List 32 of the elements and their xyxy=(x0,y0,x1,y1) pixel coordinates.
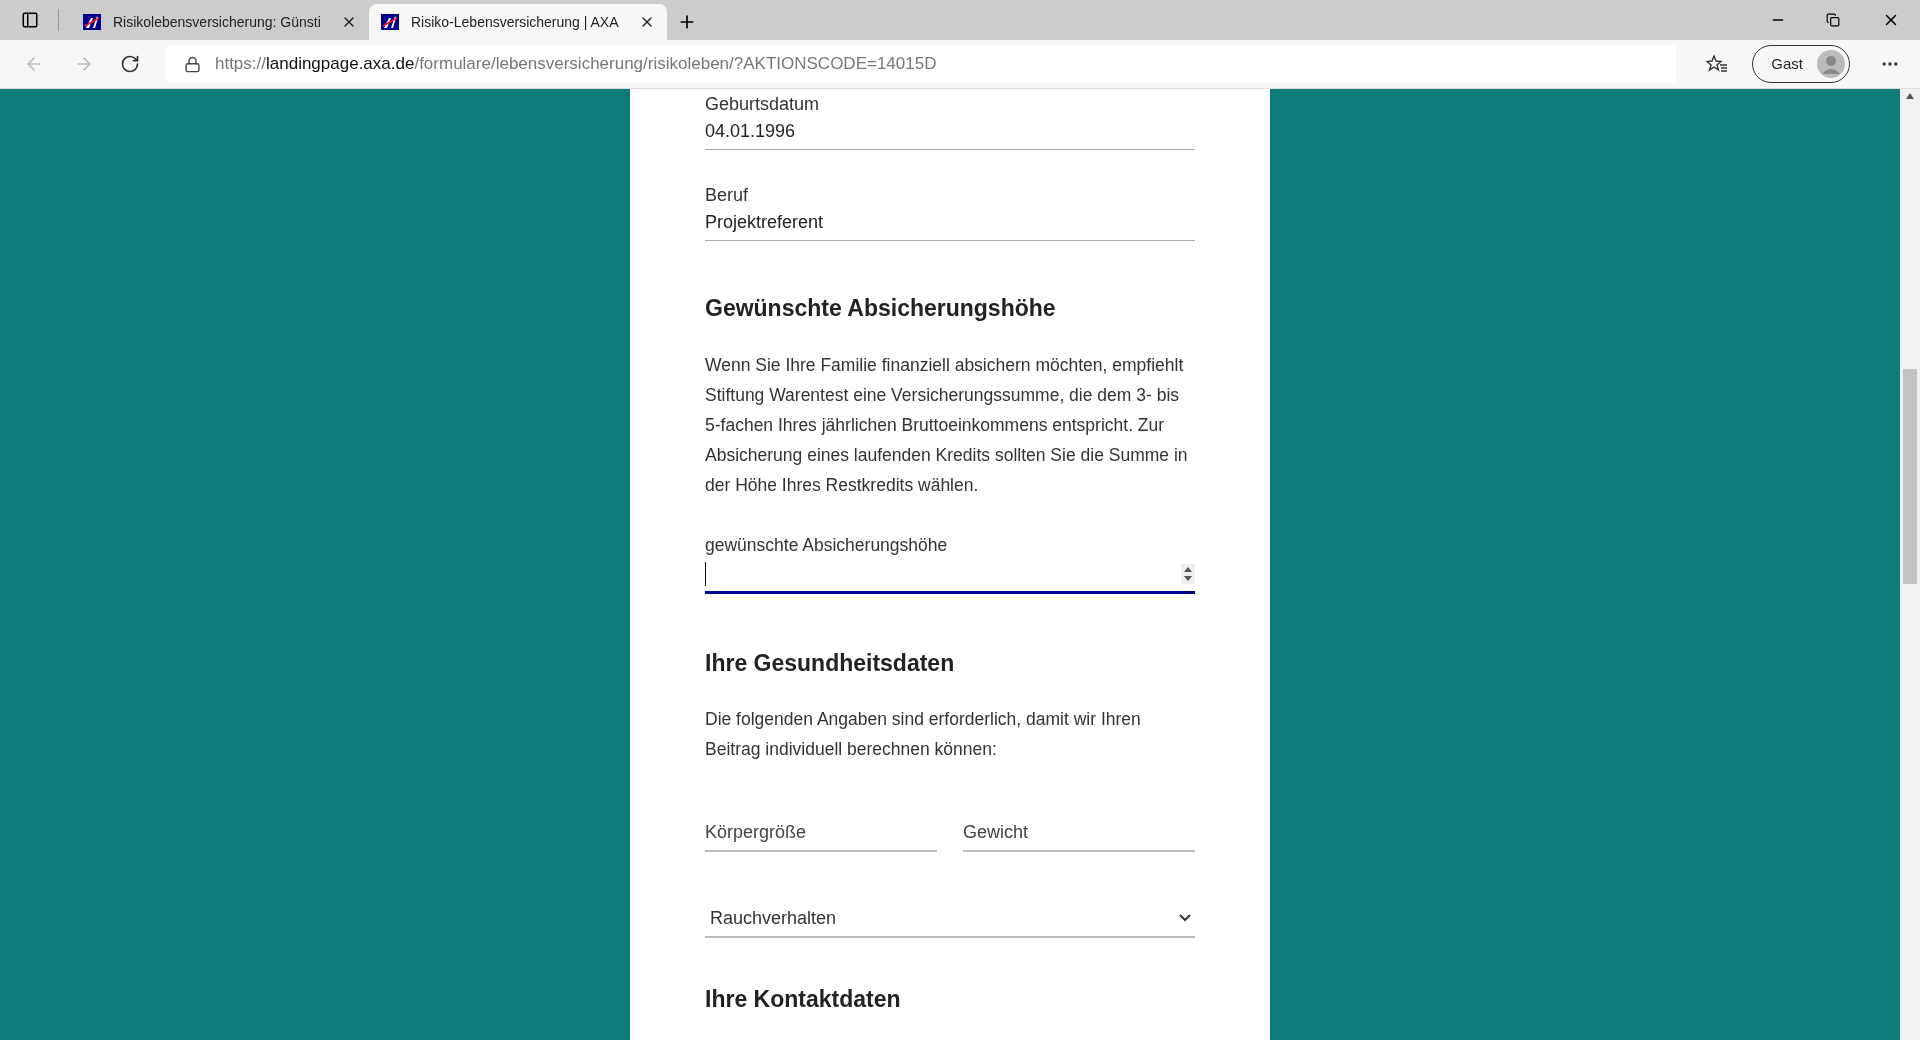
section-heading: Ihre Kontaktdaten xyxy=(705,985,902,1015)
field-label: Geburtsdatum xyxy=(705,93,821,116)
field-value: 04.01.1996 xyxy=(705,120,797,143)
scrollbar-thumb[interactable] xyxy=(1903,369,1917,584)
text-input-field[interactable]: Körpergröße xyxy=(705,814,937,853)
reload-icon[interactable] xyxy=(119,54,140,74)
section-text: Wenn Sie Ihre Familie finanziell absichern möchten, empfiehlt Stiftung Warentest eine Versicherungssumme, die dem 3- bis 5-fachen Ihres jährlichen Bruttoeinkommens entspricht. Zur Absicherung eines laufenden Kredits sollten Sie die Summe in der Höhe Ihres Restkredits wählen. xyxy=(705,353,1189,497)
spinner-icon[interactable] xyxy=(1181,564,1195,585)
section-heading: Gewünschte Absicherungshöhe xyxy=(705,294,1057,323)
sidebar-panel-icon[interactable] xyxy=(21,11,39,29)
lock-icon xyxy=(183,55,201,73)
scroll-up-icon[interactable] xyxy=(1906,93,1914,99)
section-heading: Ihre Gesundheitsdaten xyxy=(705,648,956,678)
restore-icon[interactable] xyxy=(1826,13,1840,27)
smoking-select[interactable]: Rauchverhalten xyxy=(705,900,1195,939)
url-text: https://landingpage.axa.de/formulare/lebensversicherung/risikoleben/?AKTIONSCODE=14015D xyxy=(214,53,937,76)
tab-title: Risikolebensversicherung: Günsti xyxy=(113,12,322,32)
favorites-icon[interactable] xyxy=(1706,54,1729,74)
browser-tab[interactable]: Risiko-Lebensversicherung | AXA xyxy=(369,4,667,40)
tab-title: Risiko-Lebensversicherung | AXA xyxy=(411,12,620,32)
logo-icon xyxy=(83,14,101,30)
field-value: Projektreferent xyxy=(705,211,825,234)
text-input-field[interactable]: Gewicht xyxy=(963,814,1195,853)
logo-icon xyxy=(381,14,399,30)
avatar-icon xyxy=(1817,50,1846,78)
chevron-down-icon xyxy=(1179,914,1191,923)
field-label: gewünschte Absicherungshöhe xyxy=(705,533,949,557)
address-bar[interactable]: https://landingpage.axa.de/formulare/lebensversicherung/risikoleben/?AKTIONSCODE=14015D xyxy=(165,45,1677,83)
text-field[interactable]: Beruf Projektreferent xyxy=(705,182,1195,241)
text-field[interactable]: Geburtsdatum 04.01.1996 xyxy=(705,91,1195,150)
field-label: Beruf xyxy=(705,184,750,207)
section-text: Die folgenden Angaben sind erforderlich, damit wir Ihren Beitrag individuell berechnen können: xyxy=(705,708,1142,762)
